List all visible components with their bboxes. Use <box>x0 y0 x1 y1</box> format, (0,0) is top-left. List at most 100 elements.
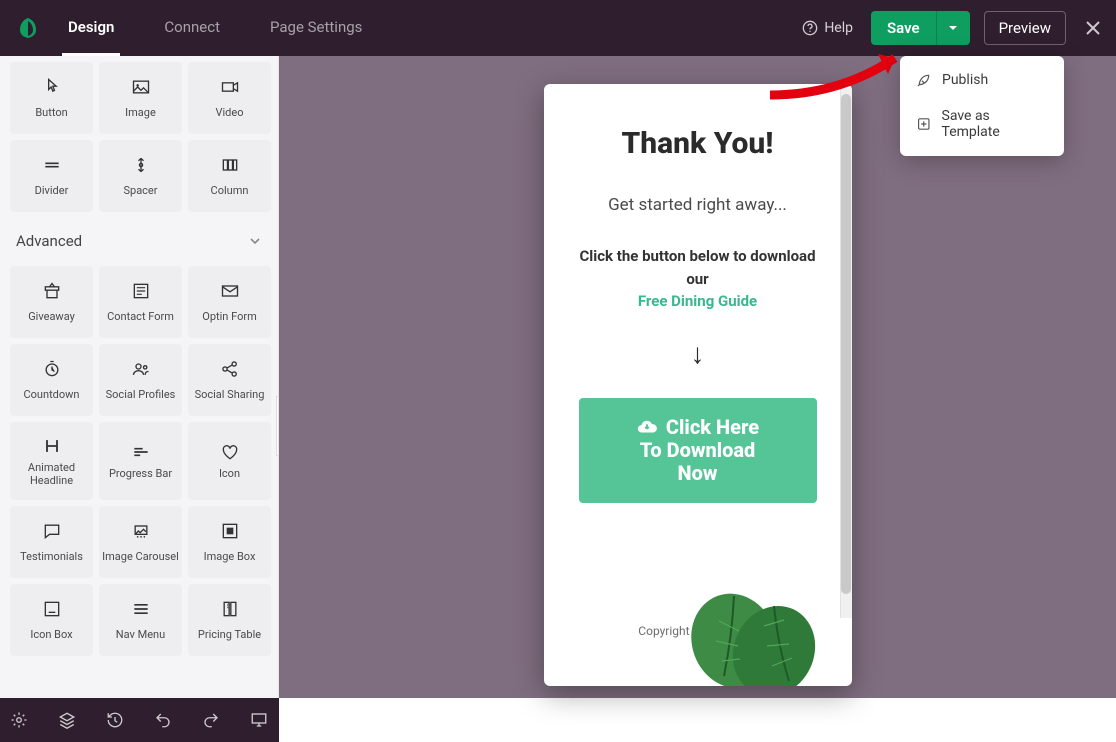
people-icon <box>131 358 151 380</box>
block-optin-form[interactable]: Optin Form <box>188 266 271 338</box>
divider-icon <box>42 154 62 176</box>
desktop-icon <box>250 711 268 729</box>
cta-line3: Now <box>678 462 718 485</box>
block-progress-bar[interactable]: Progress Bar <box>99 422 182 500</box>
block-label: Contact Form <box>107 310 174 323</box>
tab-design[interactable]: Design <box>62 1 120 56</box>
cloud-download-icon <box>636 416 658 438</box>
history-button[interactable] <box>106 711 124 729</box>
tab-connect[interactable]: Connect <box>158 1 226 56</box>
envelope-icon <box>220 280 240 302</box>
block-button[interactable]: Button <box>10 62 93 134</box>
blocks-sidebar: Button Image Video Divider Spacer Column <box>0 56 279 698</box>
copy-link: Free Dining Guide <box>638 292 757 310</box>
block-label: Testimonials <box>20 550 83 563</box>
thank-you-subtitle[interactable]: Get started right away... <box>570 195 826 215</box>
column-icon <box>220 154 240 176</box>
section-advanced-header[interactable]: Advanced <box>0 218 278 260</box>
rocket-icon <box>916 72 932 88</box>
block-image-box[interactable]: Image Box <box>188 506 271 578</box>
leaf-image-icon <box>674 566 824 686</box>
block-label: Video <box>216 106 244 119</box>
block-contact-form[interactable]: Contact Form <box>99 266 182 338</box>
block-image[interactable]: Image <box>99 62 182 134</box>
undo-icon <box>154 711 172 729</box>
block-label: Column <box>211 184 249 197</box>
block-image-carousel[interactable]: Image Carousel <box>99 506 182 578</box>
block-testimonials[interactable]: Testimonials <box>10 506 93 578</box>
bottom-toolbar <box>0 698 279 742</box>
block-label: Animated Headline <box>10 461 93 487</box>
block-video[interactable]: Video <box>188 62 271 134</box>
redo-icon <box>202 711 220 729</box>
thank-you-title[interactable]: Thank You! <box>570 126 826 161</box>
menu-icon <box>131 598 151 620</box>
carousel-icon <box>131 520 151 542</box>
block-countdown[interactable]: Countdown <box>10 344 93 416</box>
tab-page-settings[interactable]: Page Settings <box>264 1 368 56</box>
share-icon <box>220 358 240 380</box>
arrow-down-icon: ↓ <box>570 337 826 370</box>
footer-area: Copyright © SeedProd <box>544 566 852 686</box>
basic-blocks-grid: Button Image Video Divider Spacer Column <box>0 56 278 218</box>
preview-button[interactable]: Preview <box>984 11 1066 45</box>
chevron-down-icon <box>248 234 262 248</box>
cta-line1: Click Here <box>666 416 759 439</box>
dropdown-save-template[interactable]: Save as Template <box>900 98 1064 150</box>
layers-icon <box>58 711 76 729</box>
block-giveaway[interactable]: Giveaway <box>10 266 93 338</box>
icon-box-icon <box>42 598 62 620</box>
save-template-icon <box>916 116 932 132</box>
cta-line2: To Download <box>640 439 756 462</box>
image-box-icon <box>220 520 240 542</box>
block-social-profiles[interactable]: Social Profiles <box>99 344 182 416</box>
block-label: Button <box>35 106 67 119</box>
dropdown-publish[interactable]: Publish <box>900 62 1064 98</box>
block-label: Progress Bar <box>109 467 172 480</box>
block-label: Nav Menu <box>116 628 165 641</box>
help-icon <box>802 20 818 36</box>
layers-button[interactable] <box>58 711 76 729</box>
stopwatch-icon <box>42 358 62 380</box>
dropdown-publish-label: Publish <box>942 72 988 88</box>
responsive-button[interactable] <box>250 711 268 729</box>
copy-text: Click the button below to download our <box>579 247 815 288</box>
block-animated-headline[interactable]: Animated Headline <box>10 422 93 500</box>
block-label: Icon Box <box>30 628 72 641</box>
section-advanced-label: Advanced <box>16 232 82 250</box>
settings-button[interactable] <box>10 711 28 729</box>
mobile-preview: Thank You! Get started right away... Cli… <box>544 84 852 686</box>
download-cta-button[interactable]: Click Here To Download Now <box>579 398 817 503</box>
block-label: Image <box>125 106 156 119</box>
dropdown-save-template-label: Save as Template <box>942 108 1048 140</box>
block-icon[interactable]: Icon <box>188 422 271 500</box>
pointer-icon <box>42 76 62 98</box>
block-icon-box[interactable]: Icon Box <box>10 584 93 656</box>
block-label: Social Profiles <box>106 388 176 401</box>
app-logo-icon <box>14 14 42 42</box>
redo-button[interactable] <box>202 711 220 729</box>
block-spacer[interactable]: Spacer <box>99 140 182 212</box>
block-label: Optin Form <box>202 310 256 323</box>
block-nav-menu[interactable]: Nav Menu <box>99 584 182 656</box>
caret-down-icon <box>948 23 958 33</box>
thank-you-copy[interactable]: Click the button below to download our F… <box>570 245 826 313</box>
block-label: Icon <box>219 467 240 480</box>
block-column[interactable]: Column <box>188 140 271 212</box>
block-label: Pricing Table <box>198 628 261 641</box>
save-dropdown-menu: Publish Save as Template <box>900 56 1064 156</box>
block-divider[interactable]: Divider <box>10 140 93 212</box>
save-button-group: Save <box>871 11 970 45</box>
save-dropdown-toggle[interactable] <box>936 11 970 45</box>
pricing-icon: $ <box>220 598 240 620</box>
gear-icon <box>10 711 28 729</box>
chat-icon <box>42 520 62 542</box>
help-link[interactable]: Help <box>802 20 853 36</box>
block-social-sharing[interactable]: Social Sharing <box>188 344 271 416</box>
save-button[interactable]: Save <box>871 11 936 45</box>
close-icon[interactable] <box>1084 19 1102 37</box>
block-label: Countdown <box>24 388 80 401</box>
block-pricing-table[interactable]: $ Pricing Table <box>188 584 271 656</box>
undo-button[interactable] <box>154 711 172 729</box>
nav-tabs: Design Connect Page Settings <box>62 1 368 56</box>
